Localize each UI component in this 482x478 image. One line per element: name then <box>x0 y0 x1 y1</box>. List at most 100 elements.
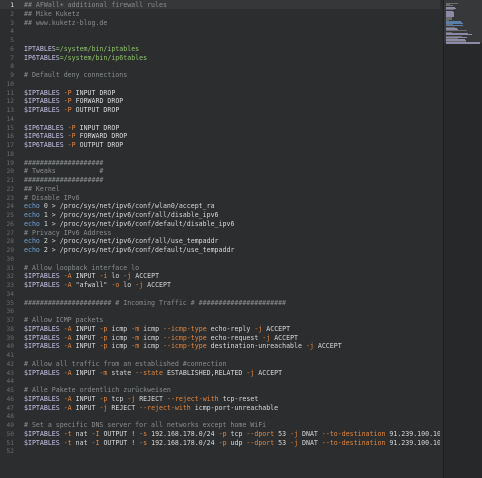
code-line[interactable]: 45 # Alle Pakete ordentlich zurückweisen <box>0 386 440 395</box>
code-token: nat <box>71 438 92 447</box>
code-line[interactable]: 26 echo 1 > /proc/sys/net/ipv6/conf/defau… <box>0 220 440 229</box>
line-number: 46 <box>6 395 14 403</box>
line-number: 34 <box>6 290 14 298</box>
code-line[interactable]: 25 echo 1 > /proc/sys/net/ipv6/conf/all/d… <box>0 211 440 220</box>
line-number: 15 <box>6 124 14 132</box>
line-text: $IPTABLES -A INPUT -p icmp -m icmp --icm… <box>24 342 342 351</box>
code-token: # Disable IPv6 <box>24 193 80 202</box>
line-number: 7 <box>10 54 14 62</box>
code-token: -P <box>67 132 76 141</box>
code-line[interactable]: 52 <box>0 447 440 456</box>
line-number: 38 <box>6 325 14 333</box>
code-line[interactable]: 27 # Privacy IPv6 Address <box>0 229 440 238</box>
code-line[interactable]: 44 <box>0 377 440 386</box>
code-line[interactable]: 18 <box>0 150 440 159</box>
code-line[interactable]: 32 $IPTABLES -A INPUT -i lo -j ACCEPT <box>0 272 440 281</box>
code-line[interactable]: 9 # Default deny connections <box>0 71 440 80</box>
code-line[interactable]: 50 $IPTABLES -t nat -I OUTPUT ! -s 192.16… <box>0 430 440 439</box>
code-line[interactable]: 8 <box>0 62 440 71</box>
code-token: echo <box>24 202 40 211</box>
code-token: udp <box>226 438 247 447</box>
code-token: -m <box>131 342 140 351</box>
line-text: echo 2 > /proc/sys/net/ipv6/conf/all/use… <box>24 237 219 246</box>
code-line[interactable]: 21 #################### <box>0 176 440 185</box>
code-token: $IPTABLES <box>24 281 64 289</box>
code-line[interactable]: 22 ## Kernel <box>0 185 440 194</box>
code-token: -m <box>131 324 140 333</box>
minimap-line <box>446 43 480 44</box>
code-token: icmp-port-unreachable <box>190 403 279 412</box>
code-token: --to-destination <box>321 438 386 447</box>
code-line[interactable]: 6 IPTABLES=/system/bin/iptables <box>0 45 440 54</box>
code-line[interactable]: 5 <box>0 36 440 45</box>
code-line[interactable]: 14 <box>0 115 440 124</box>
code-line[interactable]: 29 echo 2 > /proc/sys/net/ipv6/conf/defau… <box>0 246 440 255</box>
code-token: $IPTABLES <box>24 403 64 412</box>
line-number: 32 <box>6 273 14 281</box>
line-text: ## Mike Kuketz <box>24 10 80 19</box>
code-token: -m <box>131 333 140 342</box>
code-line[interactable]: 41 <box>0 351 440 360</box>
line-text: echo 1 > /proc/sys/net/ipv6/conf/default… <box>24 220 234 229</box>
code-token: 91.239.100.100:53 <box>389 429 440 438</box>
code-line[interactable]: 4 <box>0 27 440 36</box>
code-line[interactable]: 37 # Allow ICMP packets <box>0 316 440 325</box>
code-line[interactable]: 24 echo 0 > /proc/sys/net/ipv6/conf/wlan0… <box>0 202 440 211</box>
line-text: IP6TABLES=/system/bin/ip6tables <box>24 54 147 63</box>
code-token: # Alle Pakete ordentlich zurückweisen <box>24 386 171 394</box>
code-line[interactable]: 15 $IP6TABLES -P INPUT DROP <box>0 124 440 133</box>
code-line[interactable]: 35 ###################### # Incoming Traf… <box>0 299 440 308</box>
line-number: 13 <box>6 107 14 114</box>
line-number: 29 <box>6 247 14 254</box>
code-token: #################### <box>24 176 104 184</box>
code-token: lo <box>107 272 124 281</box>
code-line[interactable]: 20 # Tweaks # <box>0 167 440 176</box>
line-text: # Disable IPv6 <box>24 194 80 203</box>
code-token: =/system/bin/ip6tables <box>59 53 148 62</box>
code-line[interactable]: 13 $IPTABLES -P OUTPUT DROP <box>0 106 440 115</box>
code-line[interactable]: 33 $IPTABLES -A "afwall" -o lo -j ACCEPT <box>0 281 440 290</box>
code-area[interactable]: 1 ## AFWall+ additional firewall rules 2 ##… <box>0 0 440 478</box>
code-line[interactable]: 1 ## AFWall+ additional firewall rules <box>0 1 440 10</box>
code-line[interactable]: 16 $IP6TABLES -P FORWARD DROP <box>0 132 440 141</box>
code-token: ## Mike Kuketz <box>24 9 80 18</box>
line-text: $IPTABLES -A INPUT -i lo -j ACCEPT <box>24 272 159 281</box>
code-line[interactable]: 46 $IPTABLES -A INPUT -p tcp -j REJECT --… <box>0 395 440 404</box>
code-line[interactable]: 34 <box>0 290 440 299</box>
code-line[interactable]: 51 $IPTABLES -t nat -I OUTPUT ! -s 192.16… <box>0 439 440 448</box>
code-line[interactable]: 12 $IPTABLES -P FORWARD DROP <box>0 97 440 106</box>
line-number: 12 <box>6 98 14 106</box>
code-line[interactable]: 42 # Allow all traffic from an establishe… <box>0 360 440 369</box>
code-line[interactable]: 39 $IPTABLES -A INPUT -p icmp -m icmp --i… <box>0 334 440 343</box>
line-number: 41 <box>6 352 14 359</box>
code-line[interactable]: 40 $IPTABLES -A INPUT -p icmp -m icmp --i… <box>0 342 440 351</box>
code-token: # Allow loopback interface lo <box>24 263 140 272</box>
code-line[interactable]: 19 #################### <box>0 159 440 168</box>
code-line[interactable]: 17 $IP6TABLES -P OUTPUT DROP <box>0 141 440 150</box>
code-line[interactable]: 31 # Allow loopback interface lo <box>0 264 440 273</box>
code-line[interactable]: 43 $IPTABLES -A INPUT -m state --state ES… <box>0 369 440 378</box>
line-text: #################### <box>24 176 103 185</box>
line-number: 3 <box>10 19 14 27</box>
code-line[interactable]: 3 ## www.kuketz-blog.de <box>0 19 440 28</box>
code-token: IP6TABLES <box>24 53 60 62</box>
minimap[interactable] <box>443 0 482 478</box>
code-token: $IPTABLES <box>24 324 64 333</box>
code-line[interactable]: 49 # Set a specific DNS server for all ne… <box>0 421 440 430</box>
code-line[interactable]: 11 $IPTABLES -P INPUT DROP <box>0 89 440 98</box>
code-line[interactable]: 10 <box>0 80 440 89</box>
code-line[interactable]: 23 # Disable IPv6 <box>0 194 440 203</box>
code-line[interactable]: 47 $IPTABLES -A INPUT -j REJECT --reject-… <box>0 404 440 413</box>
code-line[interactable]: 28 echo 2 > /proc/sys/net/ipv6/conf/all/u… <box>0 237 440 246</box>
line-number: 2 <box>10 10 14 18</box>
code-line[interactable]: 30 <box>0 255 440 264</box>
code-token: icmp <box>107 324 132 333</box>
code-line[interactable]: 48 <box>0 412 440 421</box>
code-line[interactable]: 36 <box>0 307 440 316</box>
code-editor[interactable]: 1 ## AFWall+ additional firewall rules 2 ##… <box>0 0 482 478</box>
line-number: 24 <box>6 203 14 211</box>
code-line[interactable]: 2 ## Mike Kuketz <box>0 10 440 19</box>
code-token: --icmp-type <box>163 333 207 342</box>
code-line[interactable]: 38 $IPTABLES -A INPUT -p icmp -m icmp --i… <box>0 325 440 334</box>
code-line[interactable]: 7 IP6TABLES=/system/bin/ip6tables <box>0 54 440 63</box>
